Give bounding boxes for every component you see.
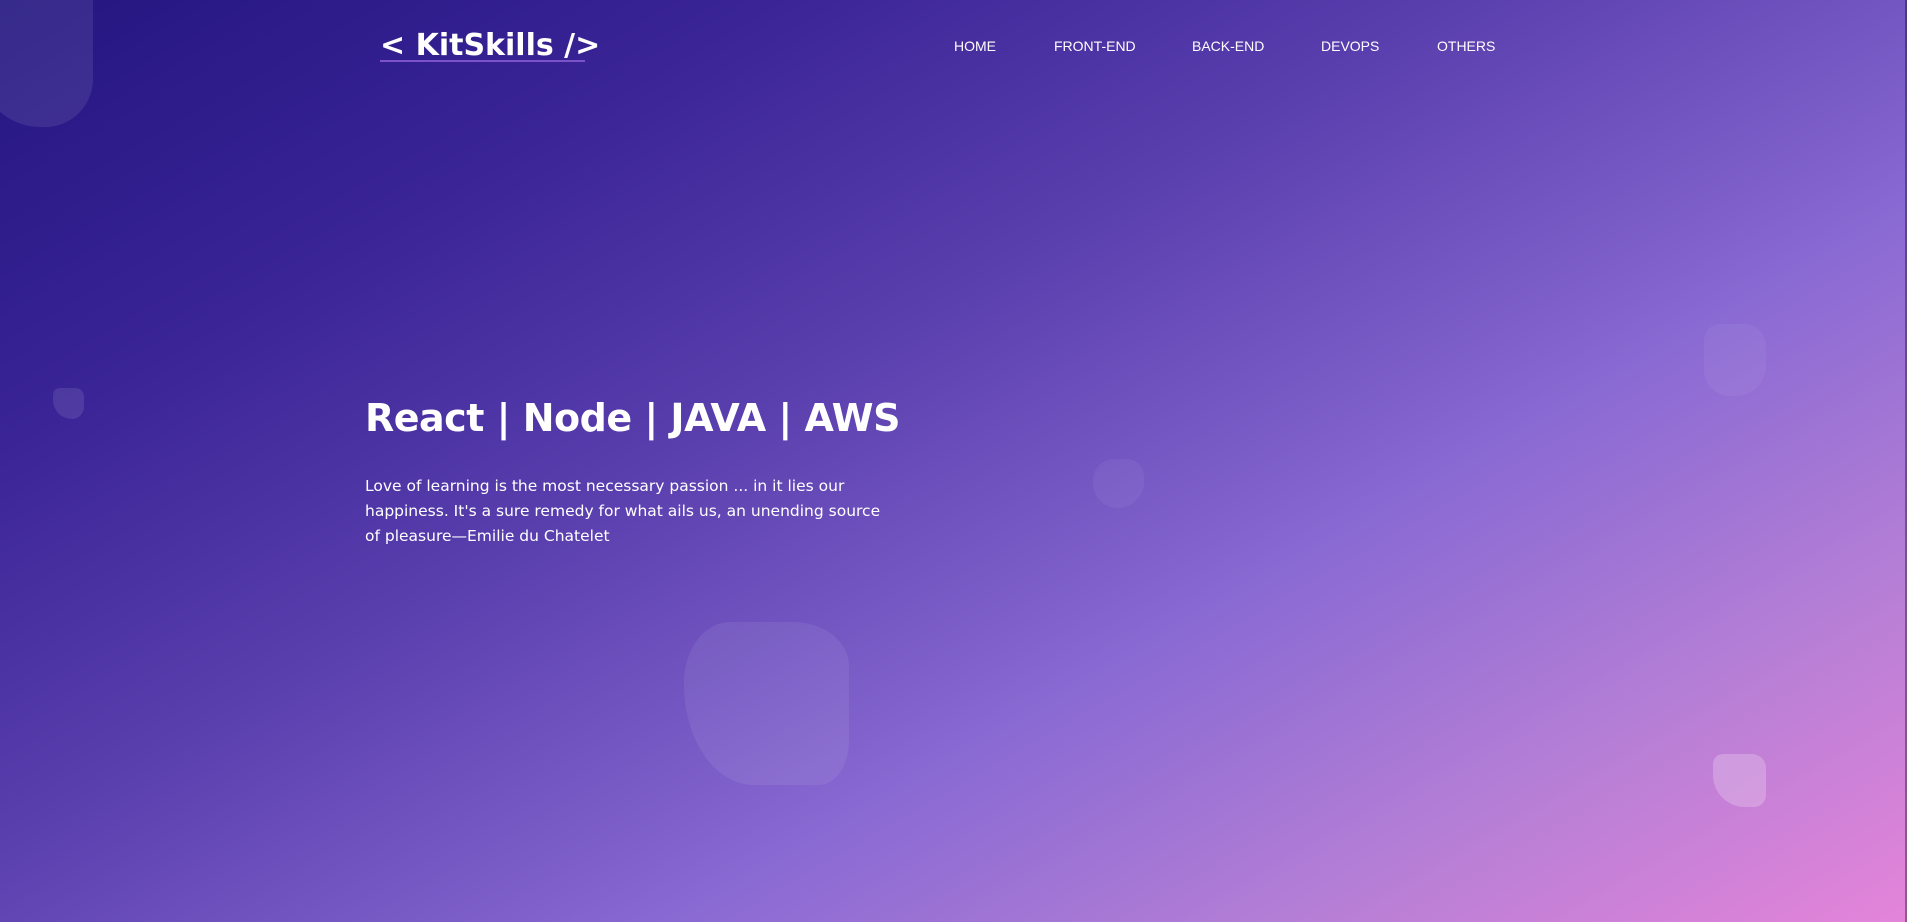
nav-back-end-link[interactable]: BACK-END xyxy=(1192,36,1264,56)
decorative-blob xyxy=(53,388,84,419)
hero-section: < KitSkills /> HOME FRONT-END BACK-END D… xyxy=(0,0,1907,922)
nav-home-link[interactable]: HOME xyxy=(954,36,996,56)
nav-front-end-link[interactable]: FRONT-END xyxy=(1054,36,1136,56)
main-nav: HOME FRONT-END BACK-END DEVOPS OTHERS xyxy=(0,36,1907,56)
decorative-blob xyxy=(684,622,849,785)
decorative-blob xyxy=(1093,459,1144,508)
nav-devops-link[interactable]: DEVOPS xyxy=(1321,36,1379,56)
hero-quote: Love of learning is the most necessary p… xyxy=(365,477,881,545)
decorative-blob xyxy=(1704,324,1766,396)
brand-underline xyxy=(380,60,585,62)
decorative-blob xyxy=(0,0,93,127)
decorative-blob xyxy=(1713,754,1766,807)
hero-headline: React | Node | JAVA | AWS xyxy=(365,396,900,440)
nav-others-link[interactable]: OTHERS xyxy=(1437,36,1495,56)
